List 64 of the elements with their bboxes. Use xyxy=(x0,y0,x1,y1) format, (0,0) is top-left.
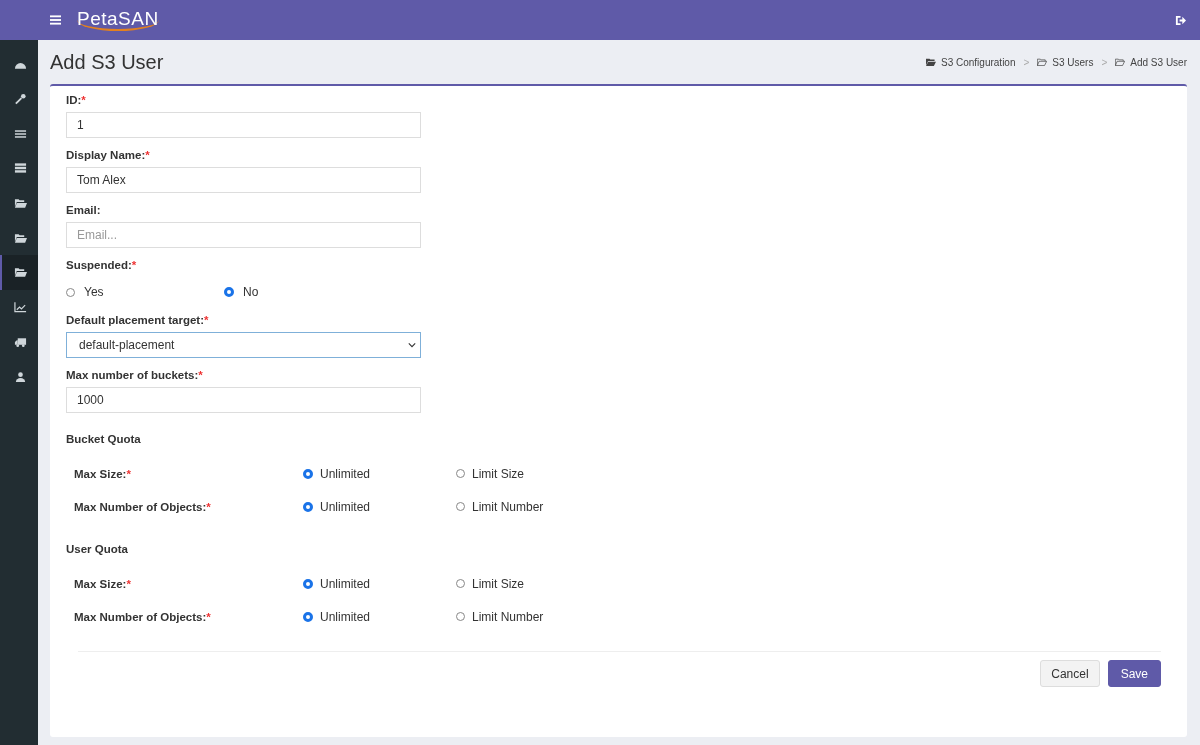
radio-button[interactable] xyxy=(224,287,234,297)
sidebar-item[interactable] xyxy=(0,255,38,290)
list-icon xyxy=(13,127,27,140)
field-label: Email: xyxy=(66,204,102,216)
cancel-button[interactable]: Cancel xyxy=(1040,660,1100,687)
logout-icon[interactable] xyxy=(1175,14,1186,26)
radio-label: Unlimited xyxy=(320,609,370,624)
radio-label: Yes xyxy=(84,285,104,299)
breadcrumb-separator: > xyxy=(1101,56,1108,68)
caret-icon xyxy=(408,342,416,348)
breadcrumb-separator: > xyxy=(1023,56,1030,68)
user-icon xyxy=(13,370,27,383)
breadcrumb-link[interactable]: S3 Users xyxy=(1052,56,1094,68)
field-label: Suspended:* xyxy=(66,259,138,271)
input-field[interactable]: Tom Alex xyxy=(66,167,421,193)
input-field[interactable]: 1 xyxy=(66,112,421,138)
folder-icon xyxy=(13,197,27,210)
radio-button[interactable] xyxy=(456,579,465,588)
logo[interactable]: PetaSAN xyxy=(77,9,159,31)
radio-label: Limit Number xyxy=(472,499,544,514)
radio-label: Unlimited xyxy=(320,576,370,591)
radio-button[interactable] xyxy=(456,612,465,621)
input-field[interactable]: Email... xyxy=(66,222,421,248)
field-label: Max Size:* xyxy=(74,467,132,480)
input-field[interactable]: 1000 xyxy=(66,387,421,413)
field-label: ID:* xyxy=(66,94,87,106)
field-label: Max Number of Objects:* xyxy=(74,610,212,623)
radio-label: Limit Size xyxy=(472,576,524,591)
menu-icon[interactable] xyxy=(50,15,61,25)
wrench-icon xyxy=(13,93,27,106)
breadcrumb-link[interactable]: Add S3 User xyxy=(1130,56,1187,68)
folder-icon xyxy=(13,231,27,244)
radio-button[interactable] xyxy=(303,501,313,512)
radio-button[interactable] xyxy=(66,287,75,297)
field-label: Max number of buckets:* xyxy=(66,369,204,381)
chart-icon xyxy=(13,301,27,314)
section-heading: User Quota xyxy=(66,543,129,555)
truck-icon xyxy=(13,335,27,348)
folder-icon xyxy=(1037,58,1048,66)
field-label: Max Size:* xyxy=(74,577,132,590)
radio-label: Unlimited xyxy=(320,466,370,481)
page-title: Add S3 User xyxy=(50,50,164,74)
radio-button[interactable] xyxy=(303,611,313,622)
radio-option[interactable]: Yes xyxy=(66,285,224,299)
radio-label: Limit Number xyxy=(472,609,544,624)
radio-option[interactable]: No xyxy=(224,285,382,299)
field-label: Default placement target:* xyxy=(66,314,210,326)
section-heading: Bucket Quota xyxy=(66,433,142,445)
folder-icon xyxy=(926,58,936,66)
radio-label: Unlimited xyxy=(320,499,370,514)
select-field[interactable]: default-placement xyxy=(66,332,421,358)
field-label: Max Number of Objects:* xyxy=(74,500,212,513)
folder-icon xyxy=(1115,58,1126,66)
radio-button[interactable] xyxy=(303,468,313,479)
field-label: Display Name:* xyxy=(66,149,151,161)
radio-label: Limit Size xyxy=(472,466,524,481)
breadcrumb-link[interactable]: S3 Configuration xyxy=(941,56,1016,68)
save-button[interactable]: Save xyxy=(1107,660,1161,687)
server-icon xyxy=(13,162,27,175)
folder-icon xyxy=(13,266,27,279)
radio-button[interactable] xyxy=(303,578,313,589)
radio-button[interactable] xyxy=(456,502,465,511)
radio-button[interactable] xyxy=(456,469,465,478)
radio-label: No xyxy=(243,285,259,299)
